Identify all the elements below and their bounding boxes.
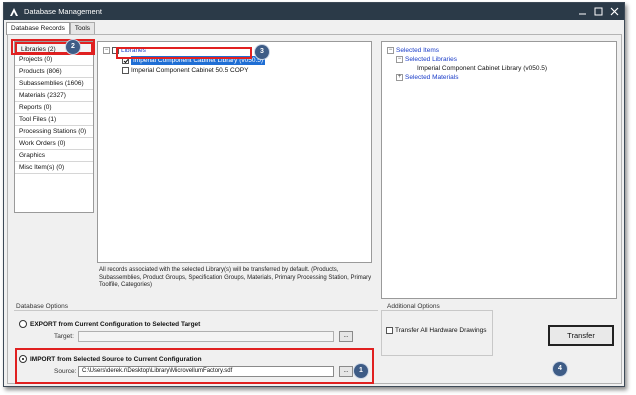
- tree-collapse-icon[interactable]: −: [387, 47, 394, 54]
- tab-tools[interactable]: Tools: [69, 22, 96, 34]
- nav-item-products[interactable]: Products (806): [15, 66, 93, 78]
- transfer-hardware-checkbox[interactable]: [386, 327, 393, 334]
- window-title: Database Management: [24, 7, 102, 16]
- selected-library-entry-label: Imperial Component Cabinet Library (v050…: [417, 65, 548, 72]
- callout-4: 4: [553, 362, 567, 376]
- target-label: Target:: [54, 333, 74, 340]
- app-logo-icon: [10, 7, 18, 16]
- window-controls: [577, 6, 620, 17]
- tree-collapse-icon[interactable]: −: [396, 56, 403, 63]
- libraries-tree: − Libraries Imperial Component Cabinet L…: [97, 41, 372, 263]
- selected-libraries-label: Selected Libraries: [405, 56, 458, 63]
- tab-content: Libraries (2) Projects (0) Products (806…: [7, 34, 622, 384]
- nav-item-graphics[interactable]: Graphics: [15, 150, 93, 162]
- callout-2: 2: [66, 40, 80, 54]
- export-option-label: EXPORT from Current Configuration to Sel…: [30, 320, 201, 328]
- library-2-label: Imperial Component Cabinet 50.5 COPY: [131, 67, 249, 74]
- selected-library-entry[interactable]: Imperial Component Cabinet Library (v050…: [417, 64, 547, 73]
- selected-items-root: − Selected Items: [387, 46, 439, 55]
- database-management-window: Database Management Database Records Too…: [3, 2, 625, 387]
- database-options-divider: [14, 310, 378, 311]
- transfer-info-note: All records associated with the selected…: [99, 267, 372, 288]
- transfer-hardware-label: Transfer All Hardware Drawings: [395, 327, 487, 334]
- target-path-input[interactable]: [78, 331, 334, 342]
- database-options-title: Database Options: [16, 303, 69, 310]
- nav-item-processing-stations[interactable]: Processing Stations (0): [15, 126, 93, 138]
- nav-item-misc-items[interactable]: Misc Item(s) (0): [15, 162, 93, 174]
- tab-strip: Database Records Tools: [6, 22, 96, 35]
- nav-item-tool-files[interactable]: Tool Files (1): [15, 114, 93, 126]
- tree-expand-icon[interactable]: +: [396, 74, 403, 81]
- library-2-checkbox[interactable]: [122, 67, 129, 74]
- record-category-list: Libraries (2) Projects (0) Products (806…: [14, 41, 94, 213]
- selected-items-root-label: Selected Items: [396, 47, 439, 54]
- export-radio[interactable]: [19, 320, 27, 328]
- selected-items-tree: − Selected Items − Selected Libraries Im…: [381, 41, 617, 299]
- annotation-box-libraries: [11, 39, 95, 55]
- maximize-icon[interactable]: [593, 6, 604, 17]
- transfer-hardware-option[interactable]: Transfer All Hardware Drawings: [386, 327, 487, 334]
- close-icon[interactable]: [609, 6, 620, 17]
- nav-item-subassemblies[interactable]: Subassemblies (1606): [15, 78, 93, 90]
- export-option[interactable]: EXPORT from Current Configuration to Sel…: [19, 320, 200, 328]
- nav-item-materials[interactable]: Materials (2327): [15, 90, 93, 102]
- tree-collapse-icon[interactable]: −: [103, 47, 110, 54]
- nav-item-work-orders[interactable]: Work Orders (0): [15, 138, 93, 150]
- minimize-icon[interactable]: [577, 6, 588, 17]
- additional-options-title: Additional Options: [387, 303, 440, 310]
- target-browse-button[interactable]: ...: [339, 331, 353, 342]
- callout-1: 1: [354, 364, 368, 378]
- nav-item-reports[interactable]: Reports (0): [15, 102, 93, 114]
- tree-item-library-2[interactable]: Imperial Component Cabinet 50.5 COPY: [122, 66, 248, 75]
- annotation-box-import: [15, 348, 374, 384]
- selected-materials-label: Selected Materials: [405, 74, 459, 81]
- annotation-box-library-item: [116, 47, 252, 59]
- callout-3: 3: [255, 45, 269, 59]
- title-bar[interactable]: Database Management: [4, 3, 624, 20]
- selected-libraries-node: − Selected Libraries: [396, 55, 457, 64]
- selected-materials-node: + Selected Materials: [396, 73, 458, 82]
- transfer-button[interactable]: Transfer: [548, 325, 614, 346]
